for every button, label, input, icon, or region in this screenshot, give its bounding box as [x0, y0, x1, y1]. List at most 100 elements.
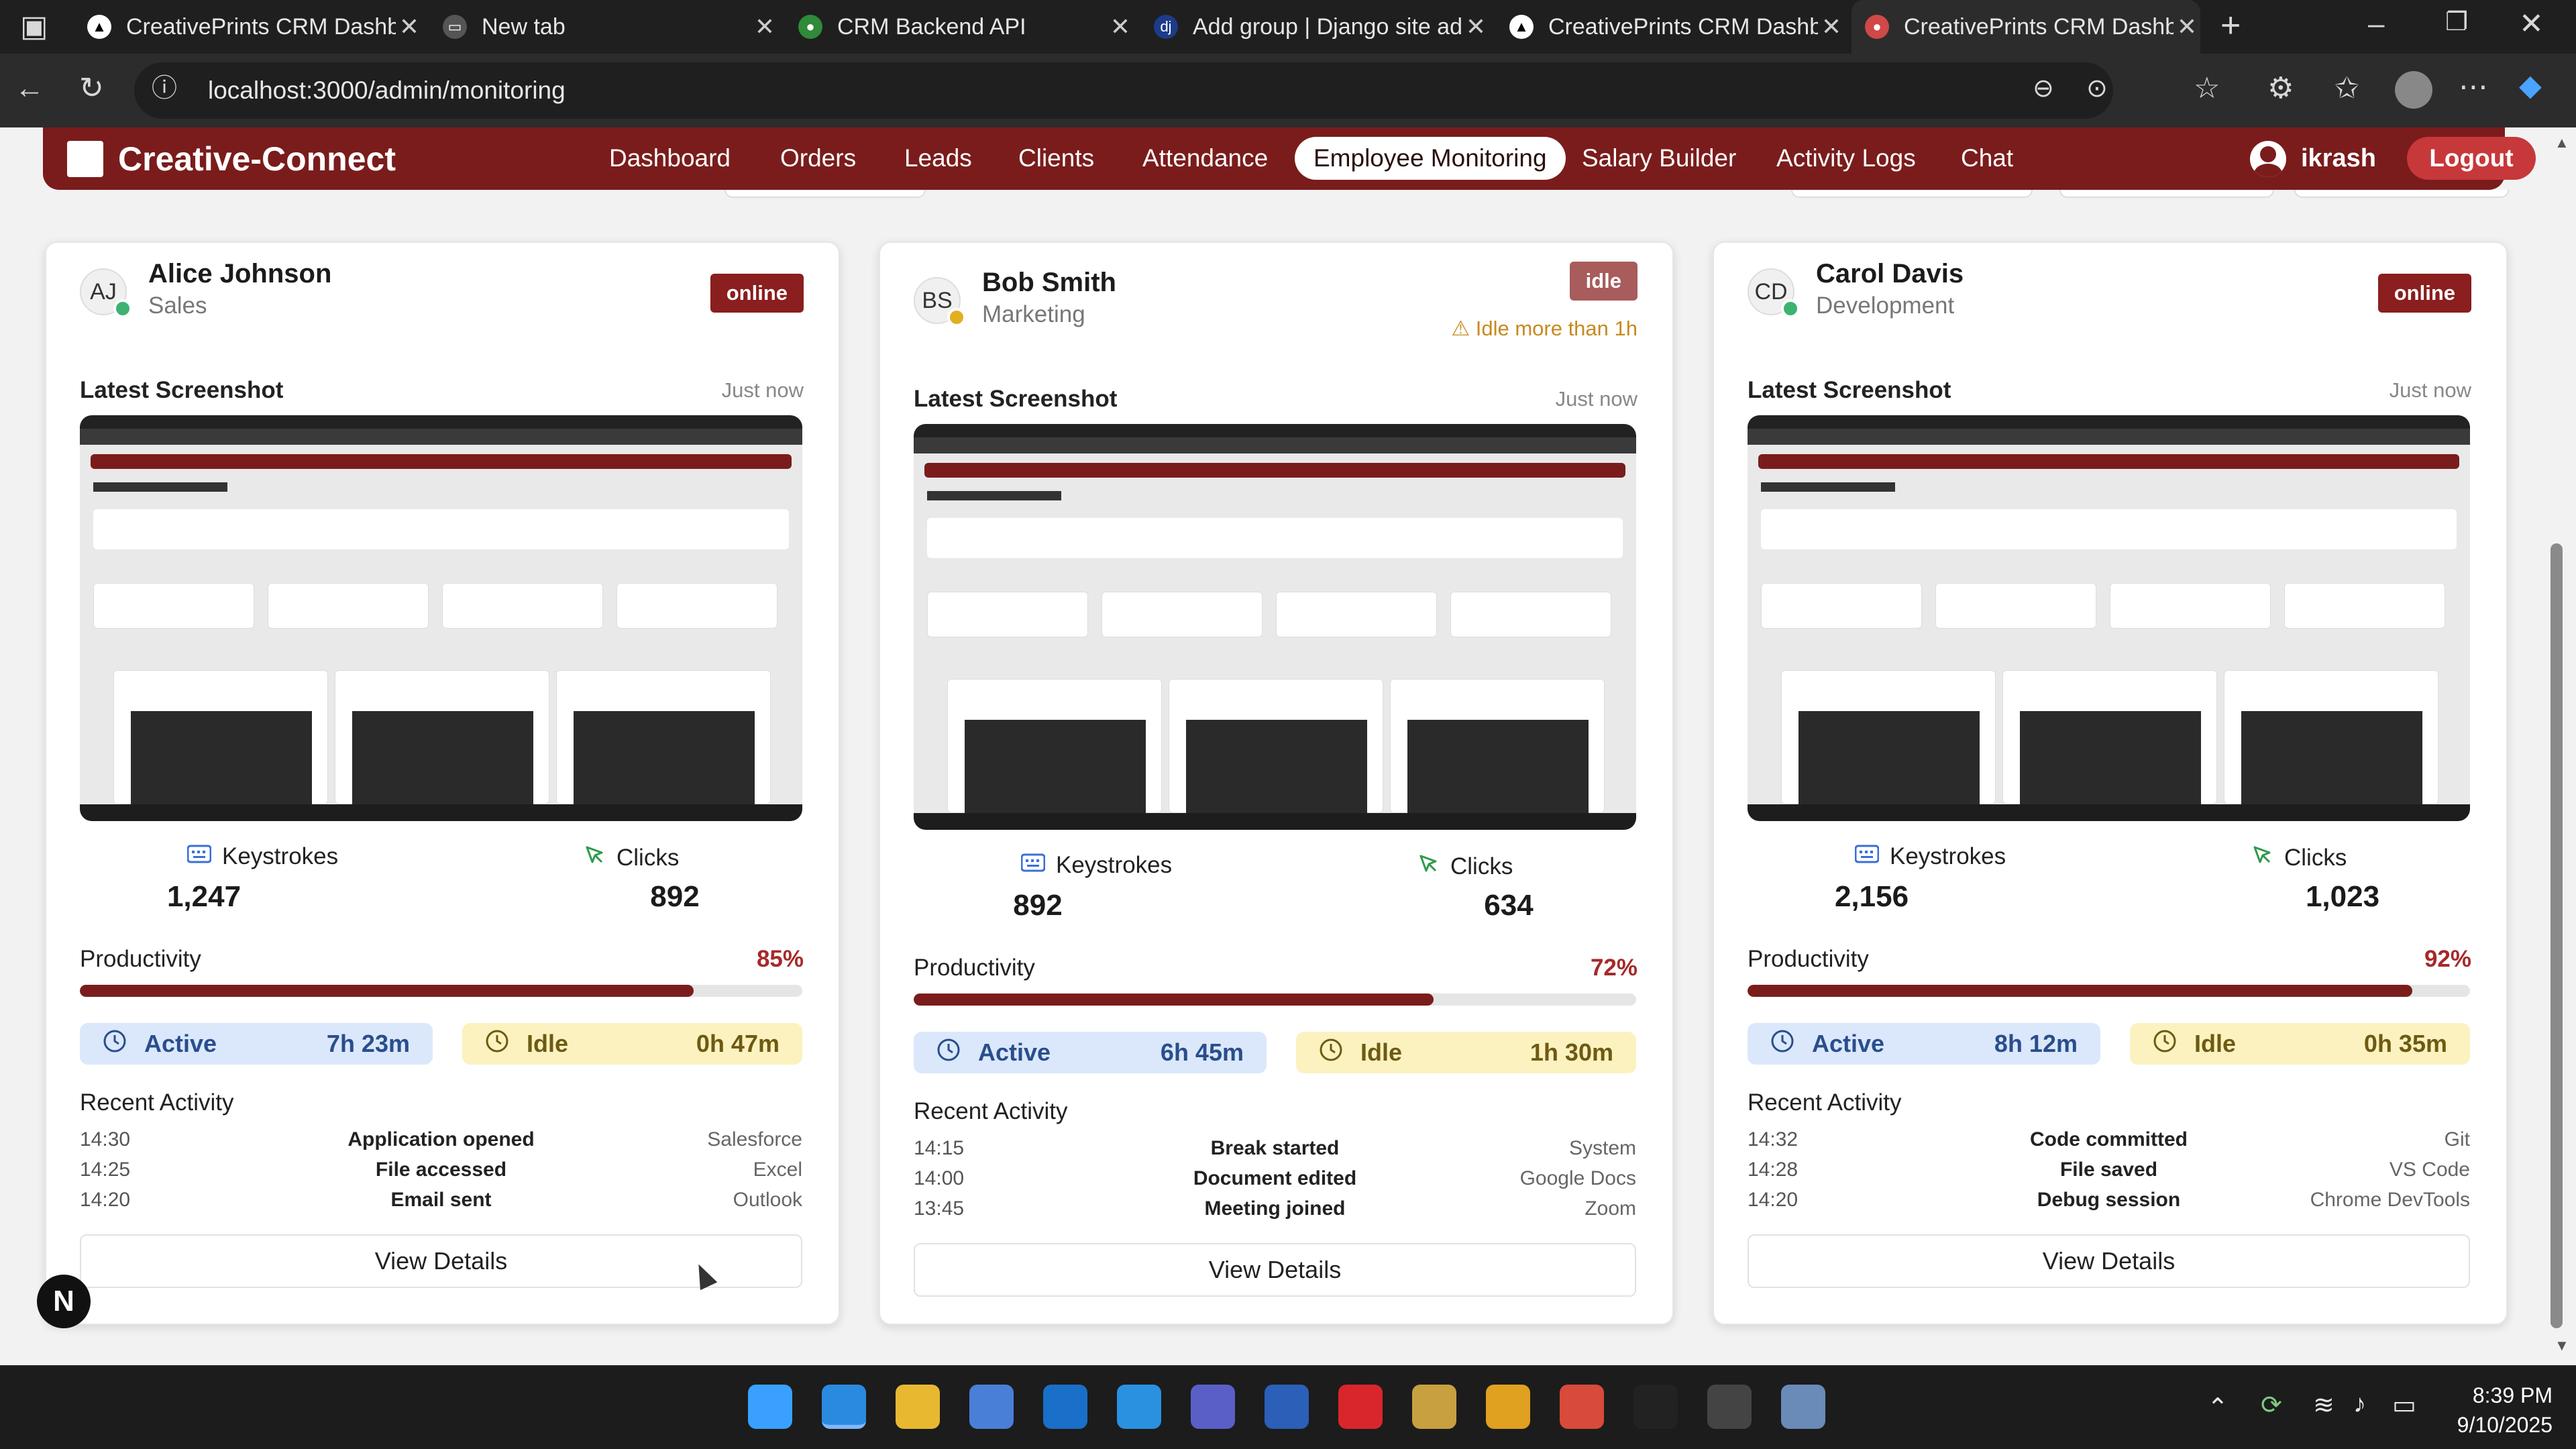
browser-tab[interactable]: ● CRM Backend API ✕ [785, 0, 1134, 54]
idle-label: Idle [1360, 1038, 1403, 1066]
tab-close-icon[interactable]: ✕ [751, 13, 778, 41]
presence-dot [947, 308, 966, 327]
activity-action: Application opened [347, 1128, 535, 1150]
wps-office-icon[interactable] [1338, 1385, 1383, 1429]
browser-tab[interactable]: ▲ CreativePrints CRM Dashboard✕ [74, 0, 423, 54]
chrome-icon[interactable] [1486, 1385, 1530, 1429]
more-menu-icon[interactable]: ⋯ [2459, 72, 2488, 102]
nav-link[interactable]: Leads [885, 137, 991, 180]
reader-icon[interactable]: ⊙ [2086, 76, 2108, 101]
tab-close-icon[interactable]: ✕ [2174, 13, 2200, 41]
clicks-label-text: Clicks [2284, 844, 2347, 871]
tab-close-icon[interactable]: ✕ [396, 13, 423, 41]
tab-close-icon[interactable]: ✕ [1462, 13, 1489, 41]
user-icon [2250, 140, 2286, 177]
chrome-profile-icon[interactable] [1560, 1385, 1604, 1429]
warning-icon: ⚠ [1451, 317, 1476, 340]
logout-button[interactable]: Logout [2407, 137, 2536, 180]
scrollbar-thumb[interactable] [2551, 543, 2563, 1328]
tab-close-icon[interactable]: ✕ [1818, 13, 1845, 41]
screenshot-thumbnail[interactable] [1748, 415, 2470, 821]
stat-card-edge [2059, 190, 2274, 198]
extensions-icon[interactable]: ⚙ [2267, 74, 2294, 103]
nav-link[interactable]: Clients [1000, 137, 1113, 180]
maximize-icon[interactable]: ❐ [2445, 9, 2468, 35]
favorites-icon[interactable]: ✩ [2334, 74, 2359, 103]
keystrokes-label-text: Keystrokes [1056, 852, 1173, 878]
idle-label: Idle [2194, 1030, 2237, 1057]
productivity-bar [914, 994, 1636, 1006]
tray-chevron-icon[interactable]: ⌃ [2207, 1393, 2229, 1423]
view-details-button[interactable]: View Details [914, 1243, 1636, 1297]
clock-date: 9/10/2025 [2457, 1413, 2553, 1437]
screenshot-thumbnail[interactable] [80, 415, 802, 821]
view-details-button[interactable]: View Details [80, 1234, 802, 1288]
minimize-icon[interactable]: – [2368, 9, 2384, 39]
clock-icon [2153, 1029, 2194, 1059]
new-tab-icon[interactable]: + [2220, 8, 2241, 43]
copilot-icon[interactable]: ◆ [2519, 71, 2542, 101]
file-explorer-icon[interactable] [896, 1385, 940, 1429]
teams-icon[interactable] [1191, 1385, 1235, 1429]
zoom-icon[interactable]: ⊖ [2033, 76, 2054, 101]
clock-icon [1319, 1038, 1360, 1068]
vs-code-icon[interactable] [1117, 1385, 1161, 1429]
brand-logo-icon [67, 140, 103, 177]
back-icon[interactable]: ← [15, 74, 44, 103]
user-menu[interactable]: ikrash [2250, 127, 2376, 190]
sidebar-toggle-icon[interactable]: ▣ [20, 12, 48, 42]
browser-tab[interactable]: ● CreativePrints CRM Dashboard✕ [1851, 0, 2200, 54]
tab-close-icon[interactable]: ✕ [1107, 13, 1134, 41]
outlook-icon[interactable] [1043, 1385, 1087, 1429]
activity-action: Break started [1210, 1137, 1340, 1159]
cursor-click-icon [1417, 852, 1450, 881]
productivity-bar-fill [914, 994, 1434, 1006]
url-field[interactable]: ⓘ localhost:3000/admin/monitoring ⊖ ⊙ [134, 62, 2113, 119]
browser-address-bar: ← ↻ ⓘ localhost:3000/admin/monitoring ⊖ … [0, 54, 2576, 127]
archive-icon[interactable] [1412, 1385, 1456, 1429]
tab-title: CreativePrints CRM Dashboard [1548, 13, 1818, 40]
word-icon[interactable] [1265, 1385, 1309, 1429]
info-icon[interactable]: ⓘ [152, 76, 177, 101]
nav-link[interactable]: Salary Builder [1563, 137, 1755, 180]
nav-link[interactable]: Orders [761, 137, 875, 180]
brand[interactable]: Creative-Connect [67, 127, 396, 190]
keystrokes-label-text: Keystrokes [222, 843, 339, 869]
activity-action: Email sent [390, 1189, 492, 1211]
browser-tab[interactable]: dj Add group | Django site admin✕ [1140, 0, 1489, 54]
browser-tab[interactable]: ▲ CreativePrints CRM Dashboard✕ [1496, 0, 1845, 54]
clock[interactable]: 8:39 PM 9/10/2025 [2412, 1381, 2553, 1440]
profile-icon[interactable] [2395, 71, 2432, 109]
stat-card-edge [2294, 190, 2509, 198]
scroll-up-icon[interactable]: ▲ [2555, 136, 2569, 150]
screenshot-thumbnail[interactable] [914, 424, 1636, 830]
wifi-icon[interactable]: ≋ [2313, 1390, 2334, 1420]
edge-icon[interactable] [822, 1385, 866, 1429]
reload-icon[interactable]: ↻ [79, 74, 104, 103]
nav-link[interactable]: Chat [1942, 137, 2032, 180]
browser-tab[interactable]: ▭ New tab ✕ [429, 0, 778, 54]
epic-games-icon[interactable] [1633, 1385, 1678, 1429]
microsoft-store-icon[interactable] [969, 1385, 1014, 1429]
activity-source: Zoom [1585, 1197, 1636, 1220]
productivity-bar [1748, 985, 2470, 997]
status-badge: online [710, 274, 804, 313]
volume-icon[interactable]: ♪ [2353, 1390, 2366, 1419]
keystrokes-label: Keystrokes [1854, 843, 2006, 870]
close-window-icon[interactable]: ✕ [2519, 9, 2544, 39]
view-details-button[interactable]: View Details [1748, 1234, 2470, 1288]
sync-icon[interactable]: ⟳ [2261, 1390, 2282, 1420]
windows-start-icon[interactable] [748, 1385, 792, 1429]
clicks-value: 1,023 [2305, 880, 2380, 913]
terminal-icon[interactable] [1707, 1385, 1752, 1429]
nav-link[interactable]: Employee Monitoring [1295, 137, 1566, 180]
active-time-pill: Active 8h 12m [1748, 1023, 2100, 1065]
scroll-down-icon[interactable]: ▼ [2555, 1338, 2569, 1353]
favorite-star-icon[interactable]: ☆ [2194, 74, 2220, 103]
nav-link[interactable]: Dashboard [590, 137, 749, 180]
task-app-icon[interactable] [1781, 1385, 1825, 1429]
next-dev-badge[interactable]: N [37, 1275, 91, 1328]
nav-link[interactable]: Attendance [1124, 137, 1287, 180]
keyboard-icon [186, 843, 222, 870]
nav-link[interactable]: Activity Logs [1758, 137, 1935, 180]
